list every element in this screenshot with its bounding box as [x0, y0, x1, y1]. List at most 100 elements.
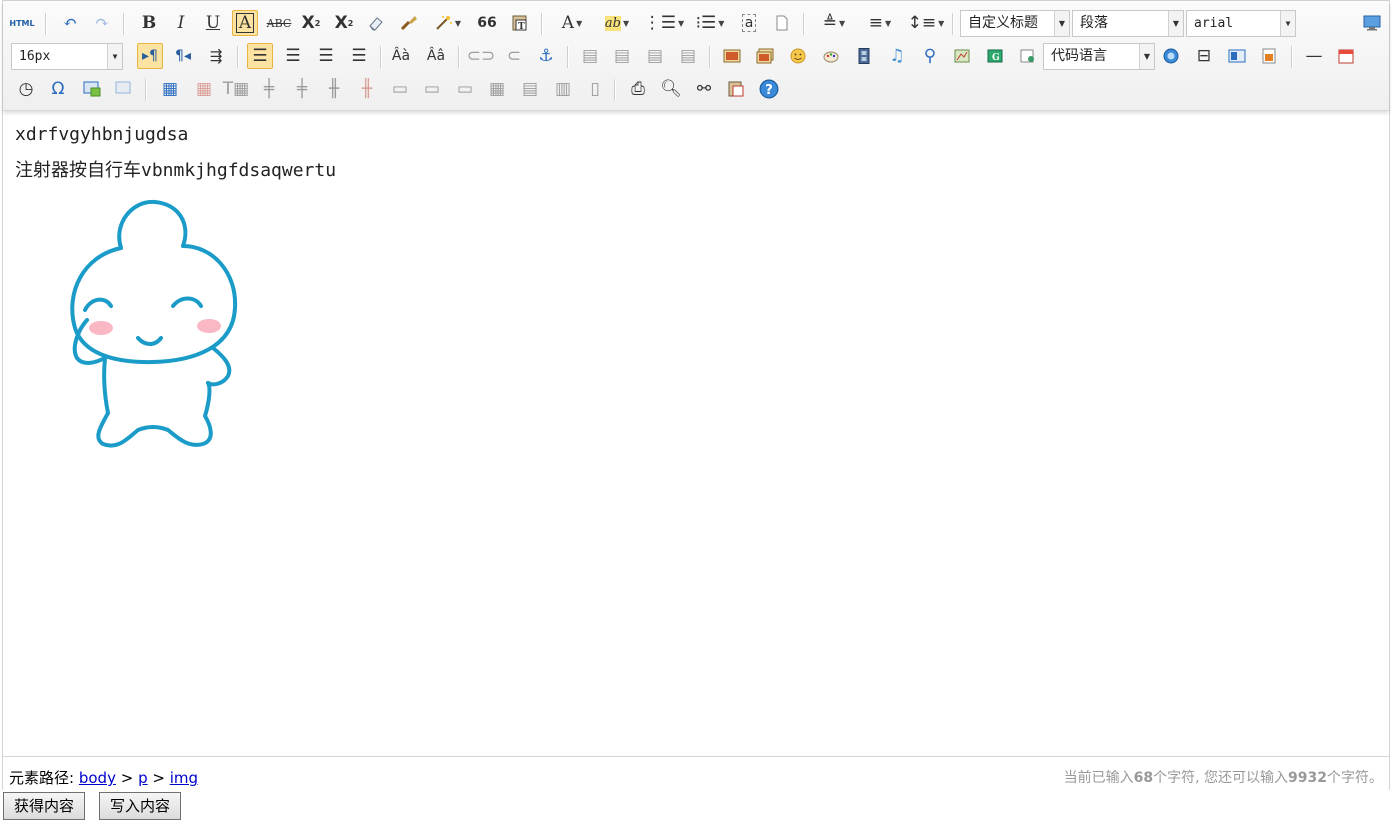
italic-button[interactable]: I — [168, 10, 194, 36]
background-button[interactable] — [1256, 43, 1282, 69]
font-family-select[interactable]: arial ▼ — [1186, 10, 1296, 37]
horizontal-rule-button[interactable]: — — [1301, 43, 1327, 69]
ltr-button[interactable]: ▸¶ — [137, 43, 163, 69]
split-to-cells-button[interactable]: ▦ — [484, 76, 510, 102]
redo-button[interactable]: ↷ — [89, 10, 115, 36]
eraser-button[interactable] — [363, 10, 389, 36]
code-language-select[interactable]: 代码语言 ▼ — [1043, 43, 1155, 70]
subscript-button[interactable]: X2 — [331, 10, 357, 36]
bold-button[interactable]: B — [136, 10, 162, 36]
insert-table-button[interactable]: ▦ — [157, 76, 183, 102]
rowspacing-top-button[interactable]: ≜ ▼ — [815, 10, 853, 36]
unlink-button[interactable]: ⊂ — [501, 43, 527, 69]
palette-icon — [823, 51, 839, 63]
delete-table-button[interactable]: ▦ — [191, 76, 217, 102]
image-none-button[interactable]: ▤ — [577, 43, 603, 69]
attachment-button[interactable]: ⚲ — [917, 43, 943, 69]
html-source-button[interactable]: HTML — [9, 10, 35, 36]
insert-image-button[interactable] — [752, 43, 778, 69]
emotion-button[interactable] — [785, 43, 811, 69]
insert-paragraph-before-table-button[interactable]: T▦ — [223, 76, 249, 102]
chevron-down-icon: ▼ — [1280, 11, 1295, 36]
image-center-button[interactable]: ▤ — [675, 43, 701, 69]
preview-button[interactable]: 🔍︎ — [658, 76, 684, 102]
selectall-button[interactable]: a — [736, 10, 762, 36]
split-to-cols-button[interactable]: ▥ — [550, 76, 576, 102]
superscript-button[interactable]: X2 — [298, 10, 324, 36]
delete-col-button[interactable]: ╫ — [354, 76, 380, 102]
webapp-button[interactable] — [1158, 43, 1184, 69]
autotypeset-button[interactable]: ▼ — [428, 10, 468, 36]
pasteplain-button[interactable]: T — [507, 10, 533, 36]
image-left-button[interactable]: ▤ — [609, 43, 635, 69]
image-right-button[interactable]: ▤ — [642, 43, 668, 69]
merge-cells-button[interactable]: ▭ — [387, 76, 413, 102]
blockquote-button[interactable]: 66 — [474, 10, 500, 36]
wordimage-button[interactable] — [111, 76, 137, 102]
unordered-list-button[interactable]: ⁝☰ ▼ — [691, 10, 729, 36]
lineheight-button[interactable]: ↕≡ ▼ — [907, 10, 945, 36]
path-link-body[interactable]: body — [79, 769, 116, 787]
editor-content[interactable]: xdrfvgyhbnjugdsa 注射器按自行车vbnmkjhgfdsaqwer… — [3, 110, 1389, 756]
indent-button[interactable]: ⇶ — [203, 43, 229, 69]
print-button[interactable]: ⎙ — [625, 76, 651, 102]
set-content-button[interactable]: 写入内容 — [99, 792, 182, 820]
insert-frame-button[interactable] — [1015, 43, 1041, 69]
get-content-button[interactable]: 获得内容 — [3, 792, 86, 820]
paragraph-before-table-icon: T▦ — [222, 79, 250, 99]
strikethrough-button[interactable]: ABC — [266, 10, 292, 36]
justify-center-button[interactable]: ☰ — [280, 43, 306, 69]
simple-upload-button[interactable] — [719, 43, 745, 69]
insert-row-button[interactable]: ╪ — [256, 76, 282, 102]
justify-full-button[interactable]: ☰ — [346, 43, 372, 69]
line-height-icon: ↕≡ — [907, 13, 937, 33]
fullscreen-button[interactable] — [1359, 10, 1385, 36]
mascot-image[interactable] — [63, 198, 253, 458]
unordered-list-icon: ⁝☰ — [695, 13, 717, 33]
scrawl-button[interactable] — [818, 43, 844, 69]
forecolor-button[interactable]: A ▼ — [553, 10, 591, 36]
rtl-button[interactable]: ¶◂ — [170, 43, 196, 69]
justify-left-button[interactable]: ☰ — [247, 43, 273, 69]
searchreplace-button[interactable]: ⚯ — [691, 76, 717, 102]
path-link-img[interactable]: img — [170, 769, 198, 787]
justify-right-button[interactable]: ☰ — [313, 43, 339, 69]
underline-button[interactable]: U — [200, 10, 226, 36]
rowspacing-bottom-button[interactable]: ≡ ▼ — [861, 10, 899, 36]
merge-down-button[interactable]: ▭ — [452, 76, 478, 102]
background-icon — [1262, 48, 1276, 64]
link-button[interactable]: ⊂⊃ — [467, 43, 496, 69]
map-button[interactable] — [949, 43, 975, 69]
music-button[interactable]: ♫ — [884, 43, 910, 69]
font-size-select[interactable]: 16px ▼ — [11, 43, 123, 70]
split-to-rows-button[interactable]: ▤ — [517, 76, 543, 102]
pagebreak-button[interactable]: ⊟ — [1191, 43, 1217, 69]
merge-right-button[interactable]: ▭ — [419, 76, 445, 102]
template-button[interactable] — [1224, 43, 1250, 69]
custom-heading-select[interactable]: 自定义标题 ▼ — [960, 10, 1070, 37]
drafts-button[interactable] — [723, 76, 749, 102]
charts-button[interactable]: ▯ — [582, 76, 608, 102]
insert-col-button[interactable]: ╫ — [321, 76, 347, 102]
format-painter-button[interactable] — [396, 10, 422, 36]
time-button[interactable]: ◷ — [13, 76, 39, 102]
page-break-icon: ⊟ — [1196, 46, 1212, 66]
path-link-p[interactable]: p — [138, 769, 148, 787]
paragraph-select[interactable]: 段落 ▼ — [1072, 10, 1184, 37]
special-chars-button[interactable]: Ω — [45, 76, 71, 102]
touppercase-button[interactable]: Âà — [388, 43, 414, 69]
backcolor-button[interactable]: ab ▼ — [597, 10, 637, 36]
date-button[interactable] — [1333, 43, 1359, 69]
anchor-button[interactable]: ⚓ — [533, 43, 559, 69]
fontborder-button[interactable]: A — [232, 10, 258, 36]
insert-video-button[interactable] — [851, 43, 877, 69]
gmap-button[interactable]: G — [982, 43, 1008, 69]
snapscreen-button[interactable] — [79, 76, 105, 102]
tolowercase-button[interactable]: Ââ — [423, 43, 449, 69]
help-button[interactable]: ? — [756, 76, 782, 102]
delete-row-button[interactable]: ╪ — [289, 76, 315, 102]
undo-button[interactable]: ↶ — [57, 10, 83, 36]
ordered-list-button[interactable]: ⋮☰ ▼ — [644, 10, 684, 36]
cleardoc-button[interactable] — [769, 10, 795, 36]
indent-icon: ⇶ — [209, 47, 223, 65]
